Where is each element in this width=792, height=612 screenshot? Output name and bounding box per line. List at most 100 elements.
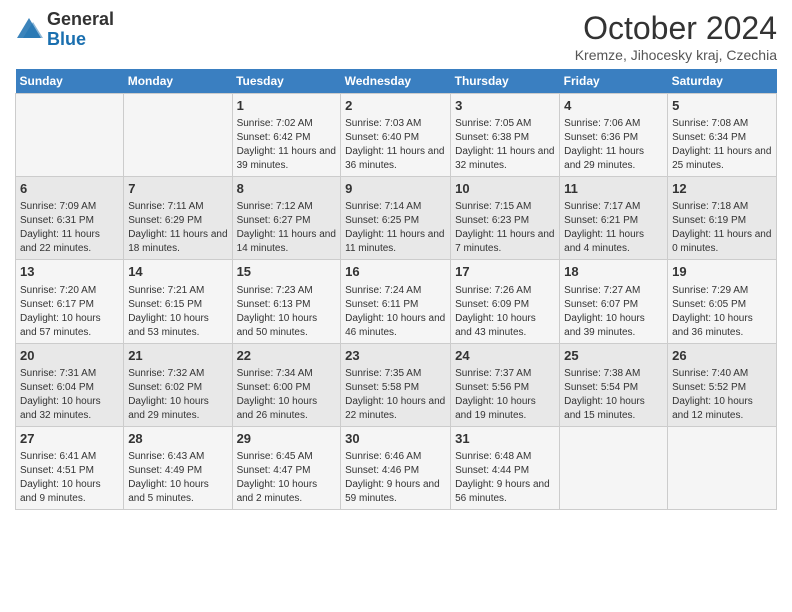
day-number: 15 <box>237 263 337 281</box>
cell-text: Sunrise: 7:37 AM <box>455 367 555 381</box>
cell-text: Sunrise: 6:45 AM <box>237 450 337 464</box>
calendar-cell: 29Sunrise: 6:45 AMSunset: 4:47 PMDayligh… <box>232 426 341 509</box>
day-number: 31 <box>455 430 555 448</box>
cell-text: Sunset: 5:54 PM <box>564 381 663 395</box>
day-number: 20 <box>20 347 119 365</box>
cell-text: Daylight: 10 hours and 36 minutes. <box>672 312 772 340</box>
cell-text: Sunset: 6:21 PM <box>564 214 663 228</box>
cell-text: Sunset: 6:04 PM <box>20 381 119 395</box>
cell-text: Daylight: 10 hours and 12 minutes. <box>672 395 772 423</box>
cell-text: Sunset: 4:49 PM <box>128 464 227 478</box>
cell-text: Sunset: 4:47 PM <box>237 464 337 478</box>
cell-text: Sunset: 6:15 PM <box>128 298 227 312</box>
calendar-cell: 2Sunrise: 7:03 AMSunset: 6:40 PMDaylight… <box>341 94 451 177</box>
day-header-tuesday: Tuesday <box>232 69 341 94</box>
cell-text: Daylight: 10 hours and 53 minutes. <box>128 312 227 340</box>
cell-text: Sunset: 6:31 PM <box>20 214 119 228</box>
week-row-5: 27Sunrise: 6:41 AMSunset: 4:51 PMDayligh… <box>16 426 777 509</box>
day-number: 12 <box>672 180 772 198</box>
day-number: 29 <box>237 430 337 448</box>
cell-text: Sunset: 6:42 PM <box>237 131 337 145</box>
cell-text: Sunrise: 7:03 AM <box>345 117 446 131</box>
cell-text: Daylight: 10 hours and 15 minutes. <box>564 395 663 423</box>
cell-text: Sunset: 6:40 PM <box>345 131 446 145</box>
cell-text: Sunset: 6:23 PM <box>455 214 555 228</box>
calendar-cell: 30Sunrise: 6:46 AMSunset: 4:46 PMDayligh… <box>341 426 451 509</box>
logo: General Blue <box>15 10 114 50</box>
cell-text: Sunset: 6:09 PM <box>455 298 555 312</box>
day-number: 26 <box>672 347 772 365</box>
calendar-cell: 25Sunrise: 7:38 AMSunset: 5:54 PMDayligh… <box>560 343 668 426</box>
cell-text: Daylight: 10 hours and 46 minutes. <box>345 312 446 340</box>
header-row: SundayMondayTuesdayWednesdayThursdayFrid… <box>16 69 777 94</box>
calendar-cell: 4Sunrise: 7:06 AMSunset: 6:36 PMDaylight… <box>560 94 668 177</box>
cell-text: Sunrise: 7:12 AM <box>237 200 337 214</box>
cell-text: Sunset: 4:46 PM <box>345 464 446 478</box>
cell-text: Sunrise: 7:17 AM <box>564 200 663 214</box>
calendar-cell: 10Sunrise: 7:15 AMSunset: 6:23 PMDayligh… <box>451 177 560 260</box>
day-number: 8 <box>237 180 337 198</box>
calendar-cell: 27Sunrise: 6:41 AMSunset: 4:51 PMDayligh… <box>16 426 124 509</box>
cell-text: Sunset: 6:36 PM <box>564 131 663 145</box>
cell-text: Sunset: 6:27 PM <box>237 214 337 228</box>
cell-text: Sunset: 4:51 PM <box>20 464 119 478</box>
day-header-wednesday: Wednesday <box>341 69 451 94</box>
cell-text: Sunset: 5:56 PM <box>455 381 555 395</box>
cell-text: Daylight: 10 hours and 5 minutes. <box>128 478 227 506</box>
cell-text: Sunset: 5:58 PM <box>345 381 446 395</box>
cell-text: Daylight: 10 hours and 19 minutes. <box>455 395 555 423</box>
day-header-thursday: Thursday <box>451 69 560 94</box>
week-row-4: 20Sunrise: 7:31 AMSunset: 6:04 PMDayligh… <box>16 343 777 426</box>
day-header-friday: Friday <box>560 69 668 94</box>
cell-text: Daylight: 11 hours and 32 minutes. <box>455 145 555 173</box>
cell-text: Daylight: 9 hours and 59 minutes. <box>345 478 446 506</box>
cell-text: Sunset: 6:05 PM <box>672 298 772 312</box>
day-number: 6 <box>20 180 119 198</box>
cell-text: Sunrise: 6:43 AM <box>128 450 227 464</box>
day-number: 23 <box>345 347 446 365</box>
cell-text: Sunrise: 7:34 AM <box>237 367 337 381</box>
cell-text: Sunset: 4:44 PM <box>455 464 555 478</box>
cell-text: Sunrise: 7:20 AM <box>20 284 119 298</box>
calendar-cell: 23Sunrise: 7:35 AMSunset: 5:58 PMDayligh… <box>341 343 451 426</box>
cell-text: Daylight: 10 hours and 26 minutes. <box>237 395 337 423</box>
cell-text: Sunrise: 7:21 AM <box>128 284 227 298</box>
calendar-table: SundayMondayTuesdayWednesdayThursdayFrid… <box>15 69 777 510</box>
calendar-cell: 28 Sunrise: 6:43 AMSunset: 4:49 PMDayligh… <box>124 426 232 509</box>
calendar-cell: 15Sunrise: 7:23 AMSunset: 6:13 PMDayligh… <box>232 260 341 343</box>
calendar-cell: 13Sunrise: 7:20 AMSunset: 6:17 PMDayligh… <box>16 260 124 343</box>
calendar-cell: 24Sunrise: 7:37 AMSunset: 5:56 PMDayligh… <box>451 343 560 426</box>
day-header-monday: Monday <box>124 69 232 94</box>
header: General Blue October 2024 Kremze, Jihoce… <box>15 10 777 63</box>
cell-text: Daylight: 11 hours and 4 minutes. <box>564 228 663 256</box>
calendar-cell: 3Sunrise: 7:05 AMSunset: 6:38 PMDaylight… <box>451 94 560 177</box>
cell-text: Daylight: 11 hours and 29 minutes. <box>564 145 663 173</box>
day-number: 11 <box>564 180 663 198</box>
cell-text: Daylight: 10 hours and 29 minutes. <box>128 395 227 423</box>
logo-general-text: General <box>47 9 114 29</box>
calendar-cell: 17Sunrise: 7:26 AMSunset: 6:09 PMDayligh… <box>451 260 560 343</box>
day-number: 28 <box>128 430 227 448</box>
cell-text: Sunrise: 7:29 AM <box>672 284 772 298</box>
cell-text: Sunrise: 7:11 AM <box>128 200 227 214</box>
cell-text: Sunrise: 7:26 AM <box>455 284 555 298</box>
day-number: 13 <box>20 263 119 281</box>
day-number: 7 <box>128 180 227 198</box>
week-row-3: 13Sunrise: 7:20 AMSunset: 6:17 PMDayligh… <box>16 260 777 343</box>
calendar-cell: 20Sunrise: 7:31 AMSunset: 6:04 PMDayligh… <box>16 343 124 426</box>
title-block: October 2024 Kremze, Jihocesky kraj, Cze… <box>575 10 777 63</box>
calendar-cell: 5Sunrise: 7:08 AMSunset: 6:34 PMDaylight… <box>668 94 777 177</box>
cell-text: Daylight: 10 hours and 43 minutes. <box>455 312 555 340</box>
cell-text: Daylight: 11 hours and 14 minutes. <box>237 228 337 256</box>
month-title: October 2024 <box>575 10 777 47</box>
cell-text: Sunrise: 7:35 AM <box>345 367 446 381</box>
day-header-saturday: Saturday <box>668 69 777 94</box>
cell-text: Sunset: 6:19 PM <box>672 214 772 228</box>
cell-text: Sunrise: 6:46 AM <box>345 450 446 464</box>
cell-text: Sunset: 6:38 PM <box>455 131 555 145</box>
day-number: 4 <box>564 97 663 115</box>
calendar-cell <box>16 94 124 177</box>
day-number: 22 <box>237 347 337 365</box>
cell-text: Daylight: 11 hours and 22 minutes. <box>20 228 119 256</box>
cell-text: Sunrise: 7:40 AM <box>672 367 772 381</box>
